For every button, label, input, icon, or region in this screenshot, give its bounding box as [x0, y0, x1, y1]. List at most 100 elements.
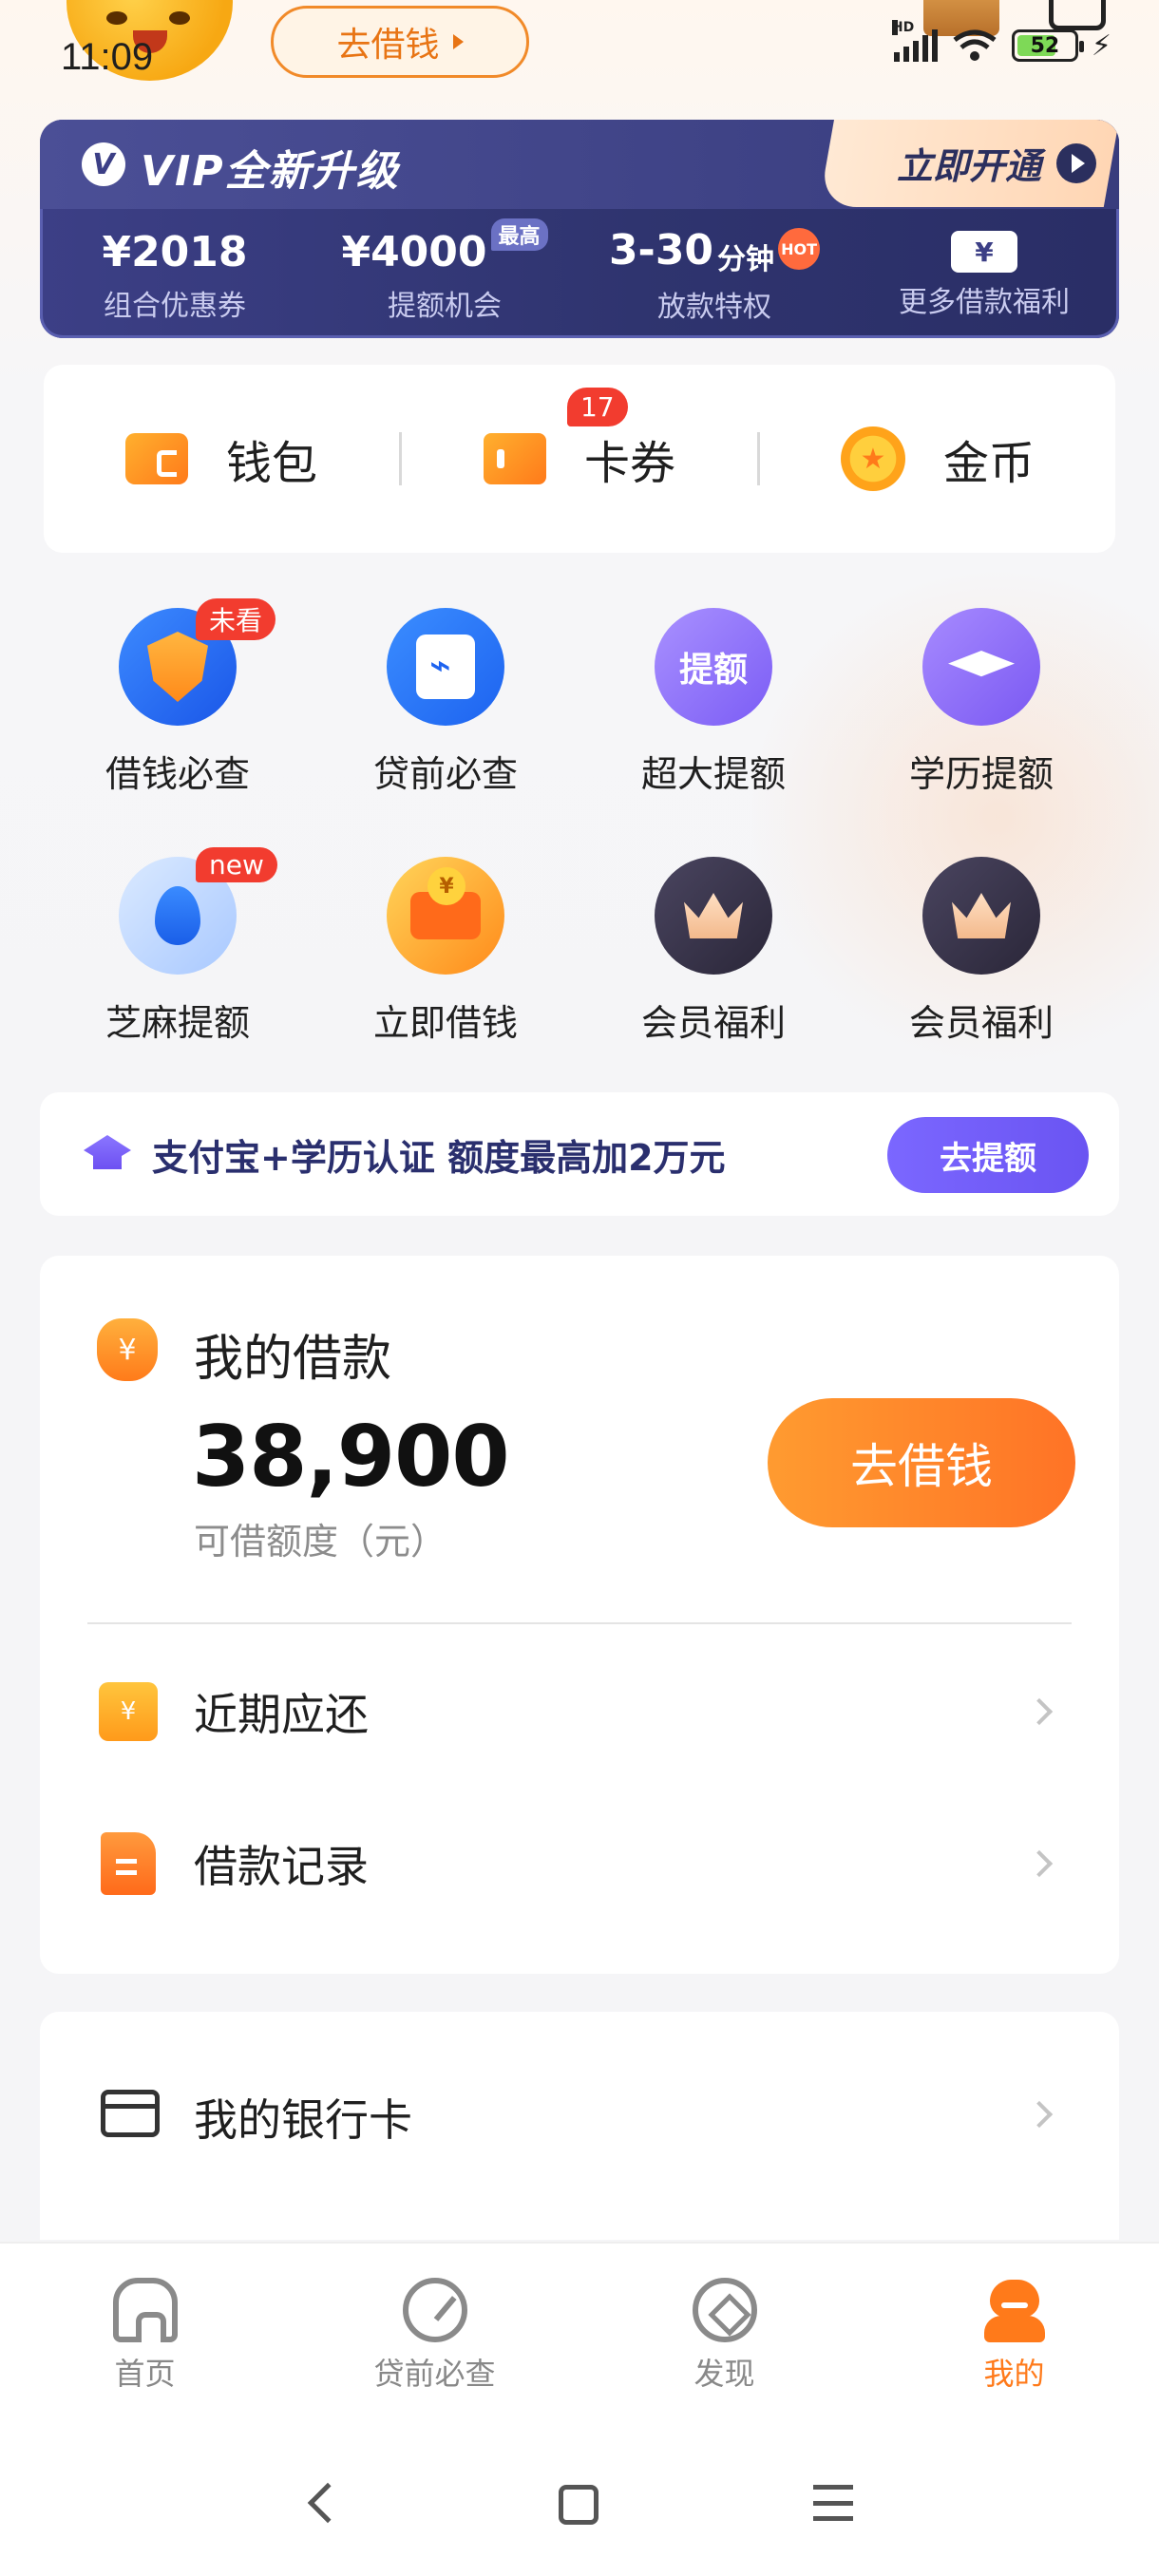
grid-item-sesame-raise[interactable]: new 芝麻提额: [44, 847, 312, 1106]
loan-amount-caption: 可借额度（元）: [194, 1521, 447, 1563]
tab-me[interactable]: 我的: [869, 2244, 1159, 2432]
divider: [87, 1622, 1072, 1624]
benefit-label: 放款特权: [657, 291, 771, 324]
unread-badge: 未看: [196, 598, 276, 640]
home-square-icon[interactable]: [559, 2485, 598, 2525]
grid-item-member-benefits[interactable]: 会员福利: [847, 857, 1115, 1106]
tab-label: 我的: [983, 2356, 1045, 2392]
benefit-tag: 最高: [490, 218, 548, 251]
charging-icon: ⚡: [1091, 28, 1112, 63]
wallet-item-wallet[interactable]: 钱包: [44, 426, 399, 492]
bank-card-icon: [101, 2090, 160, 2137]
chevron-right-icon: [1025, 2100, 1054, 2129]
promo-text: 支付宝+学历认证 额度最高加2万元: [152, 1136, 726, 1179]
wallet-item-label: 金币: [942, 437, 1035, 490]
status-icons: HD 52 ⚡: [891, 20, 1112, 63]
vip-benefit-limit: ¥4000 最高 提额机会: [310, 218, 580, 332]
wallet-icon: [124, 433, 188, 484]
grid-item-label: 芝麻提额: [104, 1002, 250, 1044]
vip-banner[interactable]: V VIP全新升级 立即开通 ¥2018 组合优惠券 ¥4000 最高 提额机会…: [40, 120, 1119, 338]
vip-open-button[interactable]: 立即开通: [897, 137, 1096, 189]
signal-icon: HD: [891, 20, 938, 62]
loan-records-row[interactable]: 借款记录: [40, 1788, 1119, 1940]
wifi-icon: [953, 29, 997, 61]
chevron-right-icon: [1025, 1697, 1054, 1726]
status-bar: 11:09 去借钱 HD 52 ⚡: [0, 0, 1159, 104]
vip-benefit-coupon: ¥2018 组合优惠券: [40, 218, 310, 332]
vip-benefit-speed: 3-30 分钟 HOT 放款特权: [580, 218, 849, 332]
feature-grid: 未看 借钱必查 贷前必查 提额 超大提额 学历提额 new 芝麻提额 ¥ 立即借…: [44, 598, 1115, 1106]
wallet-card: 钱包 17 卡券 ★ 金币: [44, 365, 1115, 553]
loan-card: ¥ 我的借款 38,900 可借额度（元） 去借钱 ¥ 近期应还 借款记录: [40, 1256, 1119, 1974]
vip-logo-icon: V: [82, 142, 125, 186]
grid-item-label: 立即借钱: [372, 1002, 518, 1044]
grid-item-preloan-check[interactable]: 贷前必查: [312, 608, 580, 857]
benefit-label: 提额机会: [388, 289, 502, 323]
bank-card-label: 我的银行卡: [194, 2094, 412, 2146]
bottom-tab-bar: 首页 贷前必查 发现 我的: [0, 2242, 1159, 2432]
borrow-button[interactable]: 去借钱: [768, 1398, 1075, 1527]
coin-icon: ★: [840, 426, 905, 491]
benefit-value: 3-30: [608, 226, 714, 275]
coupon-count-badge: 17: [566, 388, 628, 426]
tab-discover[interactable]: 发现: [580, 2244, 869, 2432]
grid-item-label: 借钱必查: [104, 753, 250, 795]
loan-title: 我的借款: [194, 1331, 392, 1388]
bank-card-row[interactable]: 我的银行卡: [40, 2012, 1119, 2240]
system-nav-bar: [0, 2432, 1159, 2576]
top-borrow-button[interactable]: 去借钱: [271, 6, 529, 78]
hot-badge: HOT: [778, 228, 821, 270]
grid-item-label: 贷前必查: [372, 753, 518, 795]
grid-item-education-raise[interactable]: 学历提额: [847, 608, 1115, 857]
vip-title: VIP全新升级: [141, 147, 400, 196]
grid-item-big-raise[interactable]: 提额 超大提额: [580, 608, 847, 857]
wallet-item-label: 钱包: [225, 437, 317, 490]
battery-icon: 52: [1011, 29, 1084, 62]
gauge-icon: [402, 2278, 467, 2342]
tab-preloan-check[interactable]: 贷前必查: [290, 2244, 580, 2432]
mascot-eye: [106, 11, 127, 25]
wallet-item-coupons[interactable]: 17 卡券: [402, 388, 757, 492]
vip-open-label: 立即开通: [896, 145, 1041, 187]
home-icon: [112, 2278, 178, 2342]
grid-item-label: 会员福利: [640, 1002, 786, 1044]
promo-raise-button[interactable]: 去提额: [887, 1117, 1089, 1193]
voucher-icon: ¥: [951, 231, 1017, 273]
grid-item-borrow-check[interactable]: 未看 借钱必查: [44, 598, 312, 857]
wallet-item-label: 卡券: [583, 437, 675, 490]
benefit-label: 更多借款福利: [899, 286, 1070, 319]
grid-item-borrow-now[interactable]: ¥ 立即借钱: [312, 857, 580, 1106]
triangle-right-icon: [452, 34, 464, 49]
mascot-eye: [169, 11, 190, 25]
graduation-cap-icon: [922, 608, 1040, 726]
ticket-icon: 17: [483, 388, 628, 484]
grid-item-label: 超大提额: [640, 753, 786, 795]
vip-benefit-more: ¥ 更多借款福利: [849, 218, 1119, 332]
benefit-value: ¥4000: [341, 227, 487, 276]
loan-available-amount: 38,900: [192, 1408, 510, 1506]
message-icon[interactable]: [1049, 0, 1106, 30]
tab-home[interactable]: 首页: [0, 2244, 290, 2432]
document-icon: [101, 1832, 156, 1895]
grid-item-label: 学历提额: [908, 753, 1054, 795]
row-label: 近期应还: [194, 1689, 369, 1740]
row-label: 借款记录: [194, 1841, 369, 1892]
benefit-value: ¥2018: [102, 227, 248, 276]
recent-repayment-row[interactable]: ¥ 近期应还: [40, 1636, 1119, 1788]
vip-benefits: ¥2018 组合优惠券 ¥4000 最高 提额机会 3-30 分钟 HOT 放款…: [40, 218, 1119, 332]
tab-label: 首页: [114, 2356, 176, 2392]
tab-label: 发现: [694, 2356, 755, 2392]
crown-icon: [922, 857, 1040, 975]
wallet-item-coins[interactable]: ★ 金币: [760, 426, 1115, 492]
menu-icon[interactable]: [813, 2485, 853, 2521]
document-check-icon: [387, 608, 504, 726]
grid-item-label: 会员福利: [908, 1002, 1054, 1044]
money-bag-icon: ¥: [97, 1318, 158, 1381]
play-circle-icon: [1056, 142, 1096, 183]
grid-item-member-benefits[interactable]: 会员福利: [580, 857, 847, 1106]
back-icon[interactable]: [307, 2482, 349, 2524]
promo-banner[interactable]: 支付宝+学历认证 额度最高加2万元 去提额: [40, 1092, 1119, 1216]
crown-icon: [655, 857, 772, 975]
network-type: HD: [891, 20, 915, 35]
discover-icon: [692, 2278, 757, 2342]
